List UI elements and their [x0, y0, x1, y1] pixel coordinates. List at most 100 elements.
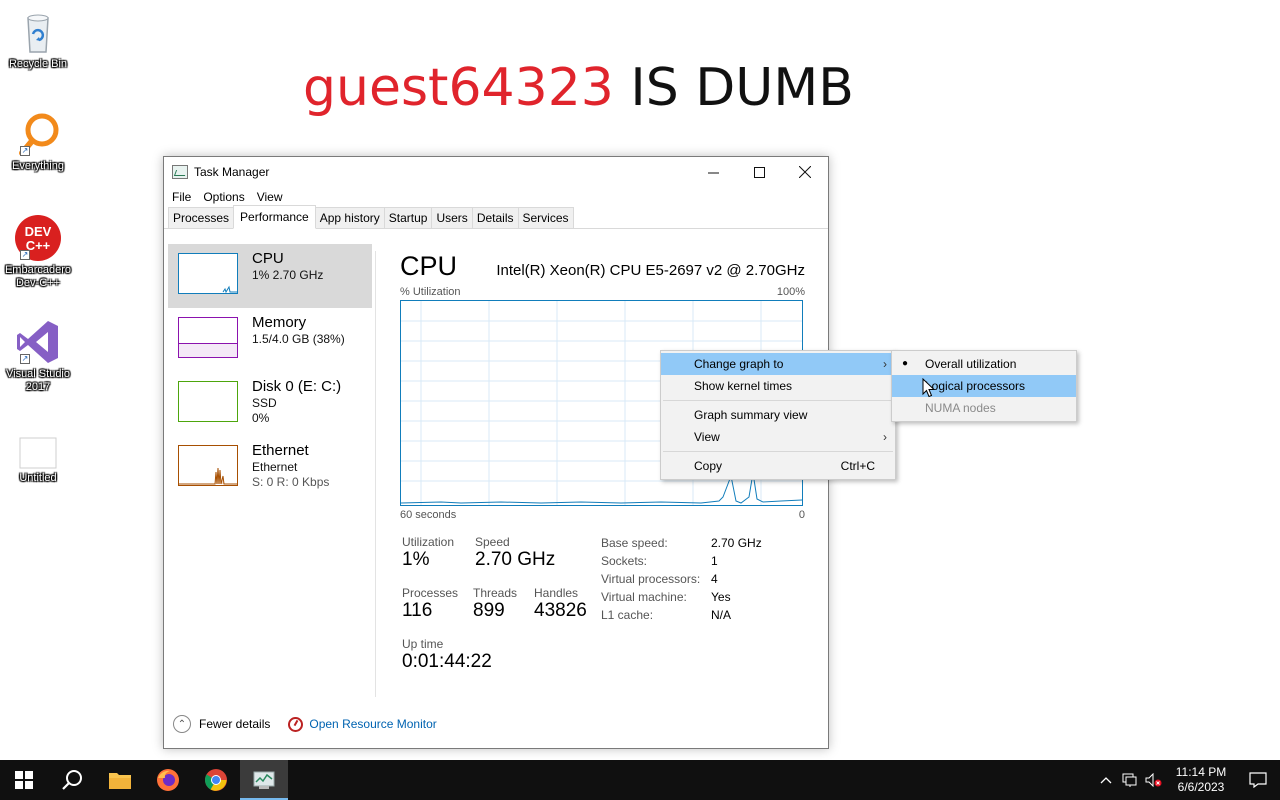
uptime-label: Up time [402, 637, 444, 651]
spec-value: N/A [711, 608, 732, 622]
menu-file[interactable]: File [172, 190, 196, 204]
menu-item-label: Change graph to [694, 357, 784, 371]
memory-thumbnail-graph [178, 317, 238, 358]
spec-row: L1 cache: N/A [601, 608, 762, 626]
firefox-icon [157, 769, 179, 791]
chevron-up-icon[interactable] [1094, 776, 1118, 784]
speed-label: Speed [475, 535, 510, 549]
tab-users[interactable]: Users [431, 207, 473, 228]
recycle-bin-icon [14, 8, 62, 56]
threads-value: 899 [473, 600, 505, 621]
sidebar-title: CPU [252, 250, 284, 267]
spec-row: Base speed: 2.70 GHz [601, 536, 762, 554]
open-resource-monitor-link[interactable]: Open Resource Monitor [309, 717, 436, 731]
volume-muted-icon[interactable] [1142, 773, 1166, 787]
pane-divider[interactable] [375, 251, 376, 697]
chevron-up-icon[interactable]: ⌃ [173, 715, 191, 733]
desktop-icon-recycle-bin[interactable]: Recycle Bin [4, 8, 72, 71]
search-icon [62, 770, 82, 790]
graph-time-span: 60 seconds [400, 509, 457, 521]
menu-item-show-kernel-times[interactable]: Show kernel times [661, 375, 895, 397]
chevron-right-icon: › [883, 430, 887, 444]
sidebar-item-ethernet[interactable]: Ethernet Ethernet S: 0 R: 0 Kbps [168, 436, 372, 500]
menu-item-graph-summary-view[interactable]: Graph summary view [661, 404, 895, 426]
taskbar: 11:14 PM 6/6/2023 [0, 760, 1280, 800]
sidebar-item-memory[interactable]: Memory 1.5/4.0 GB (38%) [168, 308, 372, 372]
tab-processes[interactable]: Processes [168, 207, 235, 228]
menu-item-change-graph-to[interactable]: Change graph to › [661, 353, 895, 375]
notification-center-button[interactable] [1236, 772, 1280, 788]
fewer-details-button[interactable]: Fewer details [199, 717, 270, 731]
taskbar-file-explorer[interactable] [96, 760, 144, 800]
clock-time: 11:14 PM [1175, 765, 1227, 779]
tab-services[interactable]: Services [517, 207, 574, 228]
menu-item-label: NUMA nodes [925, 401, 996, 415]
menu-item-overall-utilization[interactable]: ● Overall utilization [892, 353, 1076, 375]
utilization-value: 1% [402, 549, 430, 570]
tab-strip: Processes Performance App history Startu… [164, 205, 828, 229]
search-button[interactable] [48, 760, 96, 800]
graph-label-max: 100% [776, 286, 805, 298]
tab-performance[interactable]: Performance [233, 205, 316, 229]
task-manager-icon [172, 165, 188, 179]
cpu-specs: Base speed: 2.70 GHz Sockets: 1 Virtual pr… [601, 536, 762, 626]
sidebar-sub: 1.5/4.0 GB (38%) [252, 332, 345, 346]
tab-startup[interactable]: Startup [383, 207, 433, 228]
spec-key: Virtual machine: [601, 590, 687, 604]
sidebar-item-cpu[interactable]: CPU 1% 2.70 GHz [168, 244, 372, 308]
svg-text:DEV: DEV [25, 224, 52, 239]
menu-options[interactable]: Options [203, 190, 249, 204]
menu-item-logical-processors[interactable]: Logical processors [892, 375, 1076, 397]
tab-details[interactable]: Details [471, 207, 519, 228]
desktop-icon-devcpp[interactable]: DEV C++ ↗ Embarcadero Dev-C++ [4, 214, 72, 290]
notification-icon [1249, 772, 1267, 788]
tab-app-history[interactable]: App history [314, 207, 385, 228]
processes-label: Processes [402, 586, 459, 600]
network-icon[interactable] [1118, 773, 1142, 787]
sidebar-item-disk[interactable]: Disk 0 (E: C:) SSD 0% [168, 372, 372, 436]
menu-item-label: Graph summary view [694, 408, 808, 422]
desktop-icon-label: Untitled [19, 472, 57, 484]
title-bar[interactable]: Task Manager [164, 157, 828, 187]
sidebar-title: Ethernet [252, 442, 309, 459]
desktop-icon-untitled[interactable]: Untitled [4, 432, 72, 485]
desktop-icon-label: Embarcadero Dev-C++ [4, 264, 72, 289]
start-button[interactable] [0, 760, 48, 800]
close-button[interactable] [782, 157, 828, 187]
taskbar-firefox[interactable] [144, 760, 192, 800]
utilization-label: Utilization [402, 535, 455, 549]
spec-row: Virtual processors: 4 [601, 572, 762, 590]
chrome-icon [205, 769, 227, 791]
menu-item-view[interactable]: View › [661, 426, 895, 448]
menu-item-copy[interactable]: Copy Ctrl+C [661, 455, 895, 477]
sidebar-sub: S: 0 R: 0 Kbps [252, 475, 330, 489]
shortcut-arrow-icon: ↗ [20, 250, 30, 260]
desktop-icon-label: Recycle Bin [8, 58, 68, 70]
banner-name: guest64323 [303, 58, 614, 118]
taskbar-clock[interactable]: 11:14 PM 6/6/2023 [1166, 765, 1236, 795]
taskbar-task-manager[interactable] [240, 760, 288, 800]
sidebar-sub: 0% [252, 411, 270, 425]
resource-sidebar: CPU 1% 2.70 GHz Memory 1.5/4.0 GB (38%) … [168, 244, 372, 500]
change-graph-submenu: ● Overall utilization Logical processors… [891, 350, 1077, 422]
desktop-icon-everything[interactable]: ↗ Everything [4, 110, 72, 173]
desktop-icon-visual-studio[interactable]: ↗ Visual Studio 2017 [4, 318, 72, 394]
minimize-button[interactable] [690, 157, 736, 187]
close-icon [799, 166, 811, 178]
spec-value: 2.70 GHz [711, 536, 762, 550]
handles-label: Handles [534, 586, 579, 600]
windows-logo-icon [15, 771, 33, 789]
menu-separator [663, 400, 893, 401]
spec-row: Virtual machine: Yes [601, 590, 762, 608]
taskbar-chrome[interactable] [192, 760, 240, 800]
devcpp-icon: DEV C++ ↗ [14, 214, 62, 262]
threads-label: Threads [473, 586, 518, 600]
sidebar-sub: Ethernet [252, 460, 298, 474]
spec-key: Sockets: [601, 554, 648, 568]
file-icon [14, 432, 62, 470]
clock-date: 6/6/2023 [1177, 780, 1225, 794]
maximize-button[interactable] [736, 157, 782, 187]
menu-view[interactable]: View [257, 190, 288, 204]
spec-value: 1 [711, 554, 718, 568]
mouse-cursor-icon [922, 378, 936, 398]
